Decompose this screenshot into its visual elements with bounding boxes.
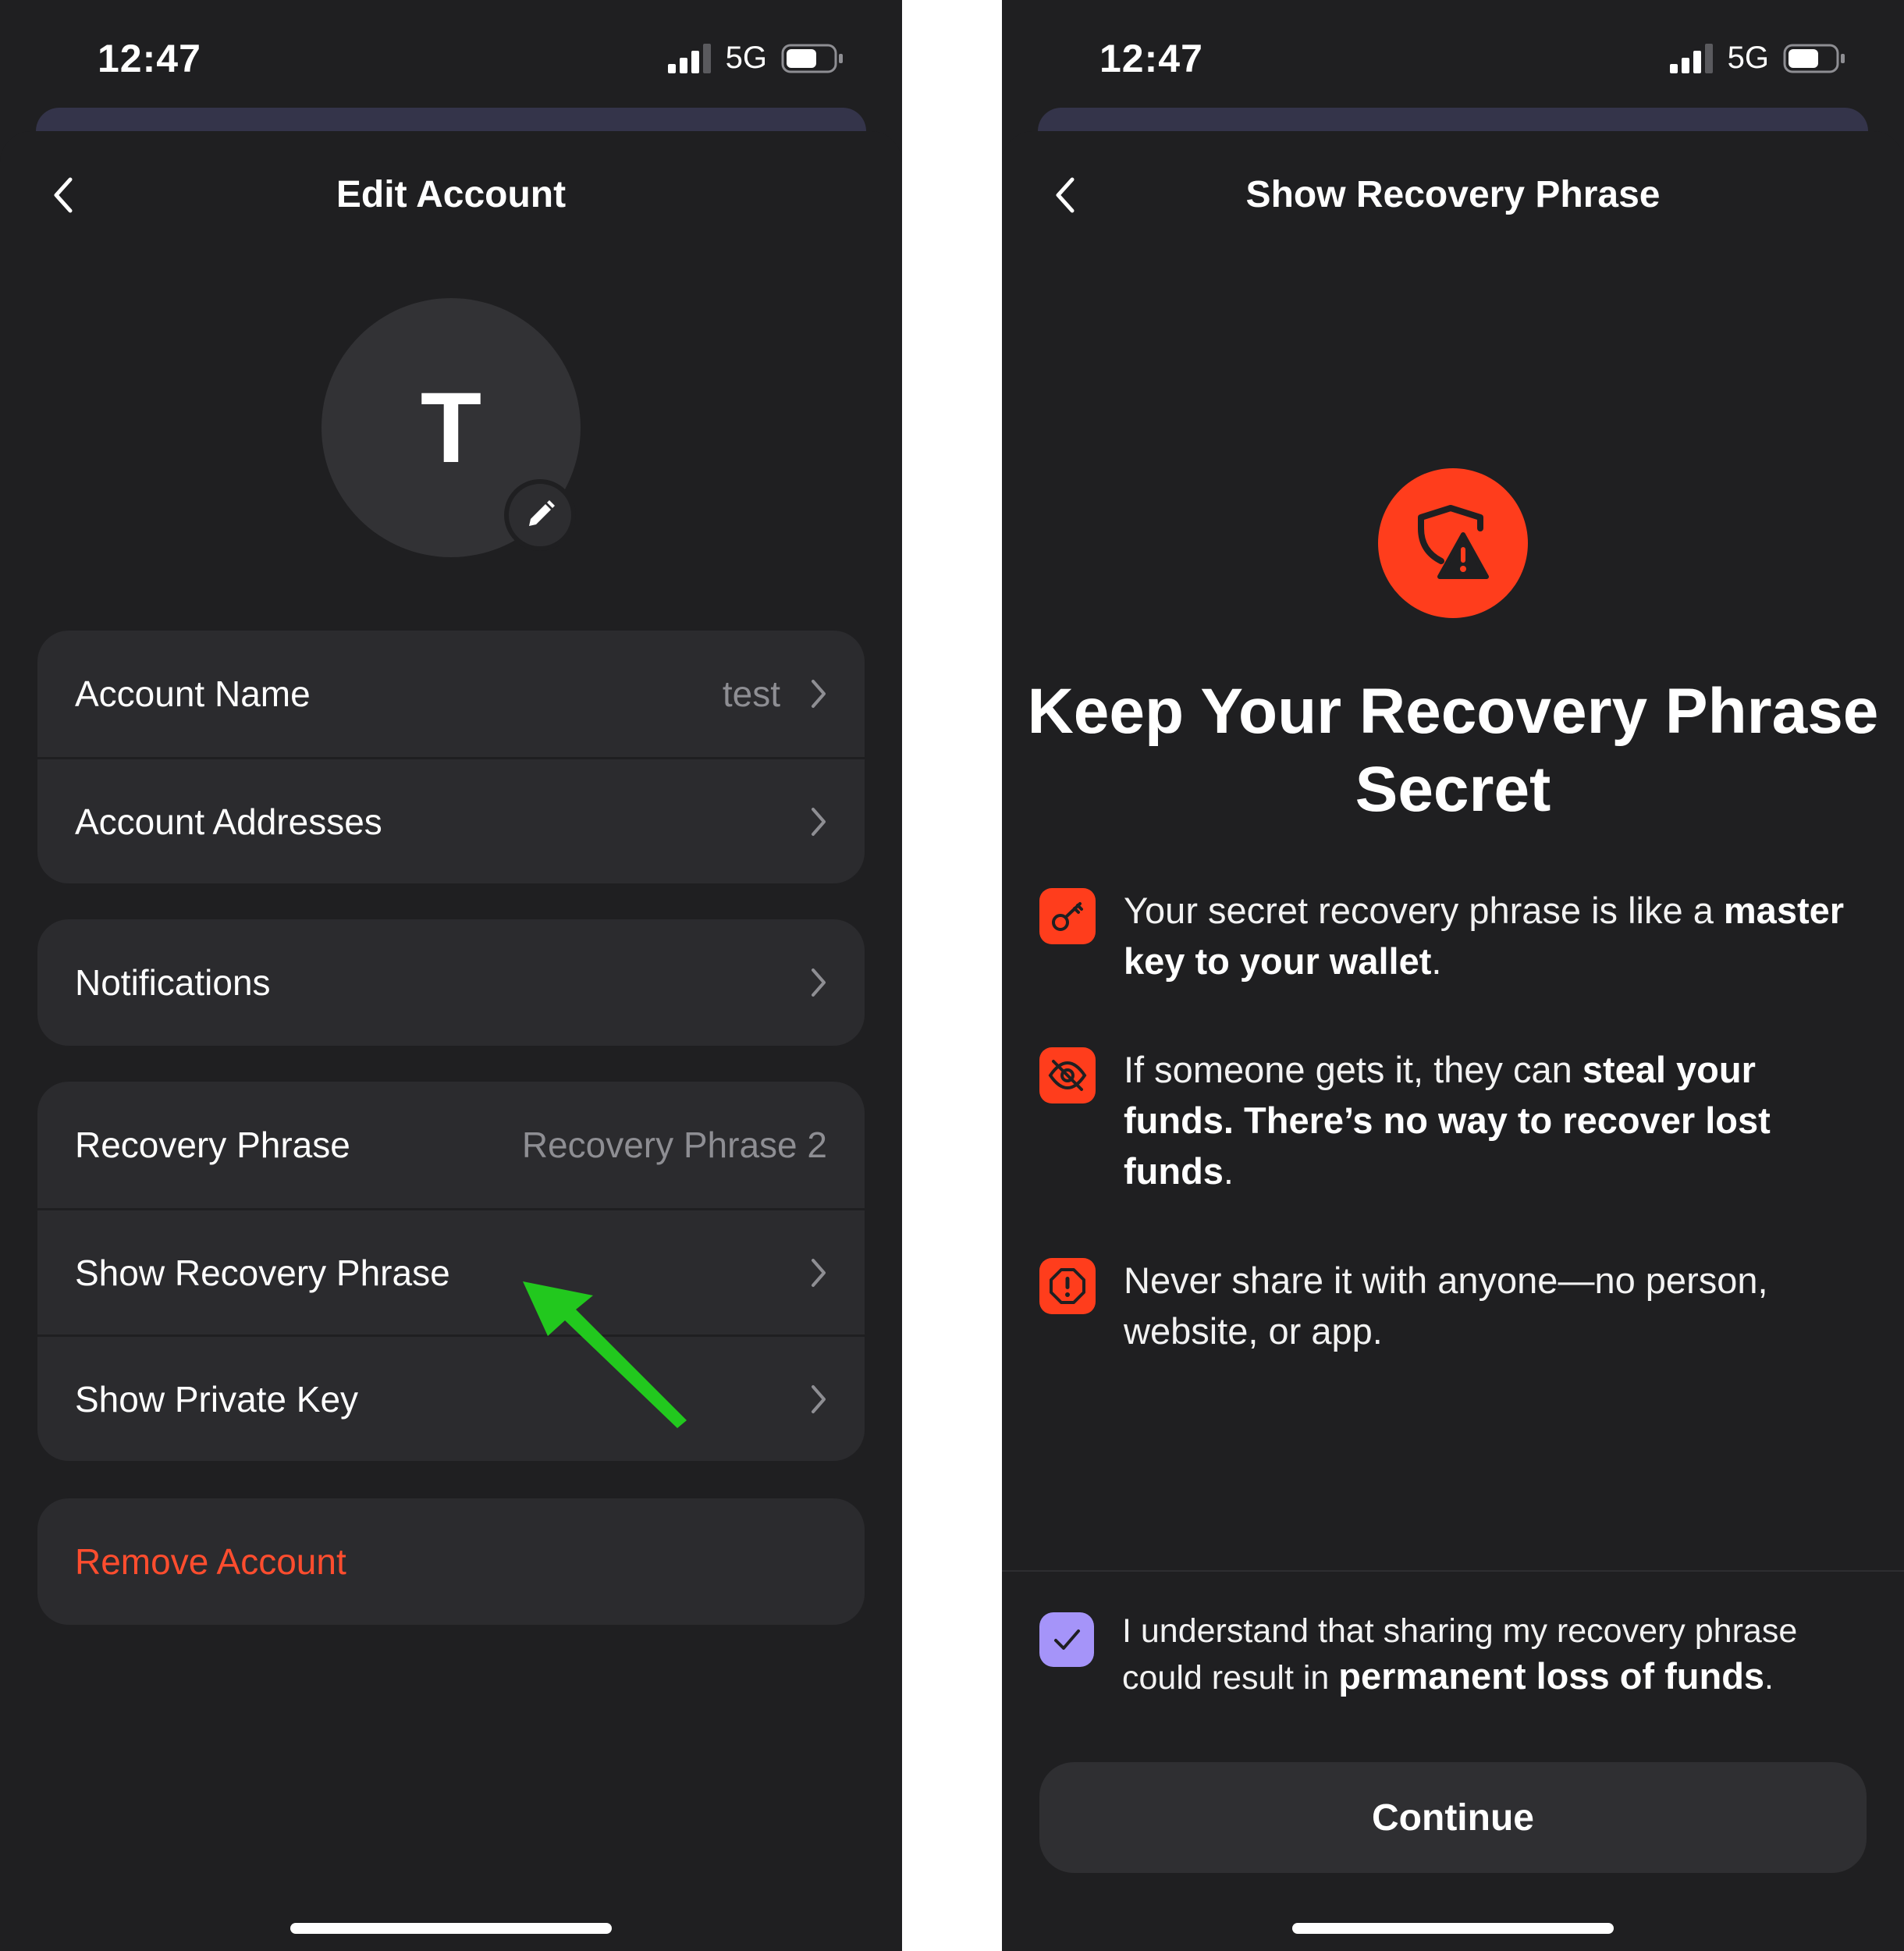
point-text: Never share it with anyone—no person, we… xyxy=(1124,1260,1768,1352)
acknowledge-checkbox[interactable] xyxy=(1039,1612,1094,1667)
annotation-arrow-icon xyxy=(523,1281,687,1428)
edit-account-screen: 12:47 5G Edit Account T Account Name tes… xyxy=(0,0,902,1951)
point-text: Your secret recovery phrase is like a xyxy=(1124,890,1724,931)
pencil-icon xyxy=(529,500,555,526)
acknowledgement-emphasis: permanent loss of funds xyxy=(1338,1655,1765,1697)
acknowledgement: I understand that sharing my recovery ph… xyxy=(1039,1609,1857,1700)
checkmark-icon xyxy=(1054,1629,1080,1650)
warning-point: If someone gets it, they can steal your … xyxy=(1039,1044,1857,1196)
account-name-row[interactable]: Account Name test xyxy=(37,631,865,757)
continue-button[interactable]: Continue xyxy=(1039,1762,1867,1873)
status-bar: 12:47 5G xyxy=(0,0,902,109)
shield-warning-icon xyxy=(1418,505,1489,579)
row-label: Notifications xyxy=(75,962,271,1003)
show-recovery-phrase-row[interactable]: Show Recovery Phrase xyxy=(37,1208,865,1334)
home-indicator xyxy=(1292,1923,1614,1934)
account-info-group: Account Name test Account Addresses xyxy=(37,631,865,883)
row-label: Show Recovery Phrase xyxy=(75,1252,450,1293)
warning-point: Never share it with anyone—no person, we… xyxy=(1039,1255,1857,1356)
shield-warning-badge xyxy=(1378,468,1528,618)
recovery-phrase-row: Recovery Phrase Recovery Phrase 2 xyxy=(37,1082,865,1208)
chevron-right-icon xyxy=(812,680,826,708)
security-group: Recovery Phrase Recovery Phrase 2 Show R… xyxy=(37,1082,865,1461)
battery-icon xyxy=(781,44,843,73)
row-label: Remove Account xyxy=(75,1541,346,1582)
eye-slash-icon xyxy=(1048,1060,1087,1091)
warning-headline: Keep Your Recovery Phrase Secret xyxy=(1027,676,1879,825)
chevron-right-icon xyxy=(812,968,826,997)
page-title: Edit Account xyxy=(336,174,567,215)
point-text: If someone gets it, they can xyxy=(1124,1049,1583,1090)
avatar-initial: T xyxy=(420,371,482,484)
network-type: 5G xyxy=(725,41,767,75)
recovery-phrase-value: Recovery Phrase 2 xyxy=(521,1125,827,1165)
notifications-row[interactable]: Notifications xyxy=(37,919,865,1046)
row-label: Recovery Phrase xyxy=(75,1125,350,1165)
row-label: Account Name xyxy=(75,673,311,714)
cellular-signal-icon xyxy=(667,43,711,73)
remove-account-button[interactable]: Remove Account xyxy=(37,1498,865,1625)
show-private-key-row[interactable]: Show Private Key xyxy=(37,1334,865,1461)
chevron-right-icon xyxy=(812,1258,826,1287)
status-time: 12:47 xyxy=(1099,37,1203,80)
alert-octagon-icon xyxy=(1050,1268,1085,1304)
page-title: Show Recovery Phrase xyxy=(1245,174,1661,215)
status-time: 12:47 xyxy=(98,37,201,80)
remove-account-group: Remove Account xyxy=(37,1498,865,1625)
cellular-signal-icon xyxy=(1669,43,1713,73)
account-addresses-row[interactable]: Account Addresses xyxy=(37,757,865,883)
row-label: Show Private Key xyxy=(75,1378,359,1420)
divider xyxy=(1002,1570,1904,1572)
chevron-right-icon xyxy=(812,807,826,836)
edit-avatar-button[interactable] xyxy=(504,479,576,551)
warning-point: Your secret recovery phrase is like a ma… xyxy=(1039,885,1857,986)
notifications-group: Notifications xyxy=(37,919,865,1046)
key-icon xyxy=(1052,902,1083,931)
show-recovery-phrase-screen: 12:47 5G Show Recovery Phrase Keep Your … xyxy=(1002,0,1904,1951)
row-label: Account Addresses xyxy=(75,801,382,842)
status-bar: 12:47 5G xyxy=(1002,0,1904,109)
account-name-value: test xyxy=(722,673,780,714)
network-type: 5G xyxy=(1727,41,1769,75)
battery-icon xyxy=(1783,44,1845,73)
chevron-right-icon xyxy=(812,1384,826,1413)
home-indicator xyxy=(290,1923,612,1934)
